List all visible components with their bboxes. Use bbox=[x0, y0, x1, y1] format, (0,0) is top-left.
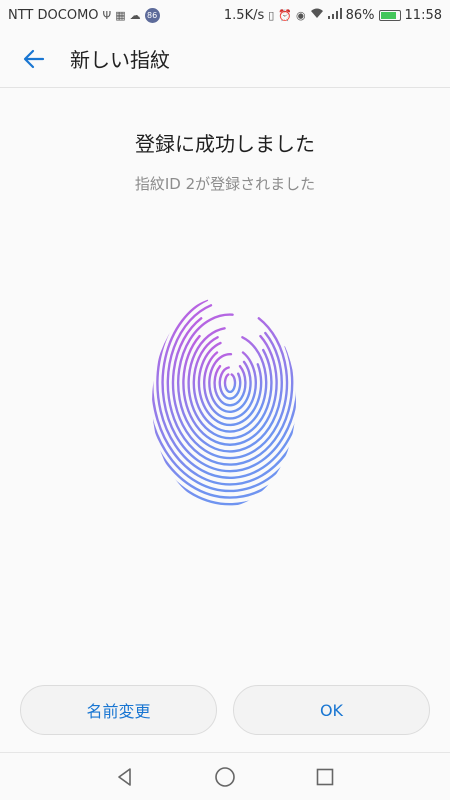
status-right: 1.5K/s ▯ ⏰ ◉ 86% 11:58 bbox=[224, 8, 442, 23]
rename-button[interactable]: 名前変更 bbox=[20, 685, 217, 735]
fingerprint-icon bbox=[152, 297, 296, 507]
nav-back-button[interactable] bbox=[113, 765, 137, 789]
vibrate-icon: ▯ bbox=[268, 8, 275, 22]
wifi-icon bbox=[310, 8, 324, 22]
nav-back-icon bbox=[118, 767, 131, 786]
success-subtitle: 指紋ID 2が登録されました bbox=[134, 175, 316, 193]
fingerprint-ridge bbox=[203, 351, 257, 420]
usb-icon: Ψ bbox=[102, 8, 112, 22]
eye-icon: ◉ bbox=[296, 8, 306, 22]
clock: 11:58 bbox=[404, 7, 442, 23]
battery-percent: 86% bbox=[345, 7, 375, 23]
page-title: 新しい指紋 bbox=[70, 48, 170, 72]
battery-icon bbox=[378, 9, 401, 21]
notification-badge: 86 bbox=[144, 7, 160, 23]
alarm-icon: ⏰ bbox=[278, 8, 293, 22]
app-bar: 新しい指紋 bbox=[0, 30, 450, 88]
back-button[interactable] bbox=[6, 31, 62, 87]
nav-recents-icon bbox=[316, 768, 334, 785]
carrier-name: NTT DOCOMO bbox=[8, 7, 99, 23]
fingerprint-ridge bbox=[218, 366, 242, 400]
button-row: 名前変更 OK bbox=[20, 685, 430, 735]
fingerprint-ridge bbox=[187, 327, 273, 440]
success-title: 登録に成功しました bbox=[135, 132, 315, 156]
battery-level bbox=[380, 11, 396, 19]
nav-home-icon bbox=[215, 766, 235, 787]
sim-icon: ▦ bbox=[115, 8, 126, 22]
status-bar: NTT DOCOMO Ψ ▦ ☁ 86 1.5K/s ▯ ⏰ ◉ 86% 11:… bbox=[0, 0, 450, 30]
nav-home-button[interactable] bbox=[213, 765, 237, 789]
status-left: NTT DOCOMO Ψ ▦ ☁ 86 bbox=[8, 7, 160, 23]
network-speed: 1.5K/s bbox=[223, 7, 265, 23]
navigation-bar bbox=[0, 752, 450, 800]
fingerprint-ridge bbox=[166, 304, 294, 466]
arrow-left-icon bbox=[23, 49, 45, 68]
fingerprint-ridge bbox=[223, 373, 237, 394]
ok-button[interactable]: OK bbox=[233, 685, 430, 735]
signal-icon bbox=[327, 8, 342, 22]
cloud-icon: ☁ bbox=[129, 8, 141, 22]
fingerprint-ridge bbox=[182, 334, 278, 446]
nav-recents-button[interactable] bbox=[313, 765, 337, 789]
